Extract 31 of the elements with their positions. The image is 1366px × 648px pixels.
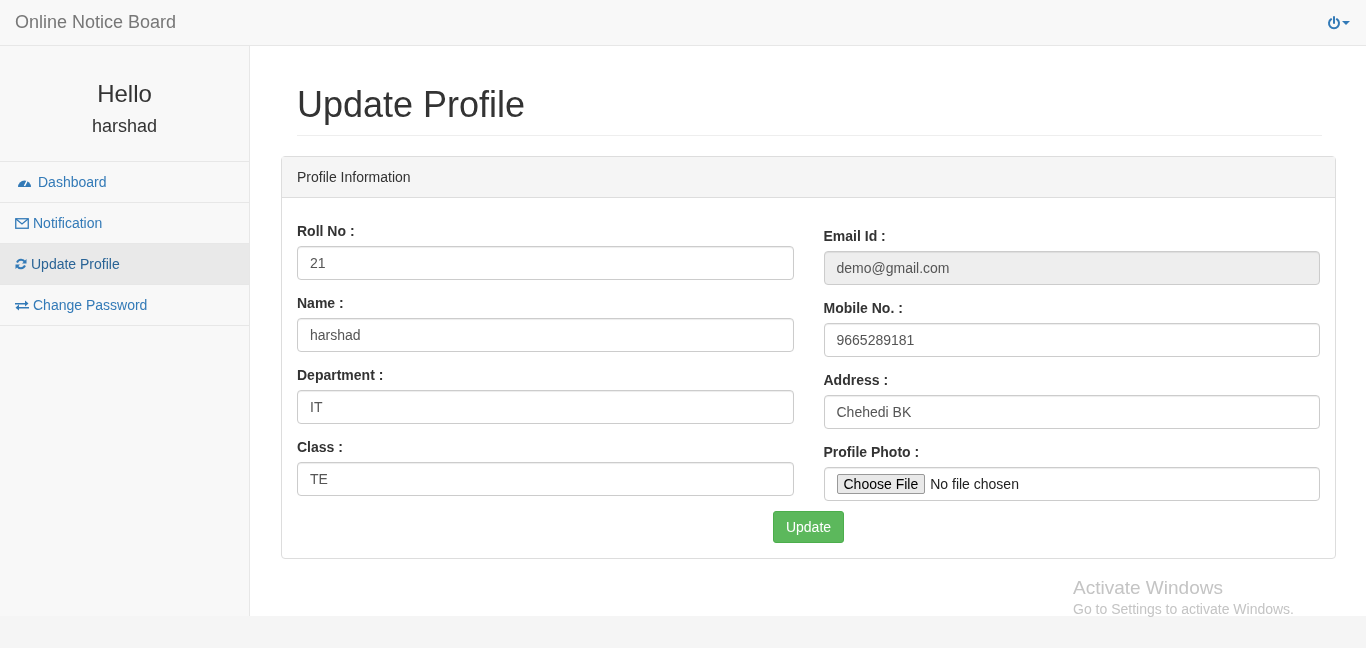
activation-notice-title: Activate Windows (1073, 577, 1224, 599)
exchange-icon (15, 299, 29, 311)
power-dropdown-button[interactable] (1327, 15, 1351, 30)
field-label: Class : (297, 438, 344, 455)
choose-file-button[interactable]: Choose File (836, 473, 926, 494)
field-label: Mobile No. : (823, 299, 904, 316)
file-input-field[interactable]: Choose File No file chosen (823, 466, 1320, 501)
sidebar-item[interactable]: Dashboard (0, 162, 249, 203)
field-label: Roll No : (297, 222, 356, 239)
text-input-field[interactable]: harshad (297, 317, 794, 352)
brand-title[interactable]: Online Notice Board (15, 12, 177, 33)
text-input-field[interactable]: IT (297, 389, 794, 424)
field-label: Email Id : (823, 227, 887, 244)
field-label: Address : (823, 371, 890, 388)
text-input-field[interactable]: TE (297, 461, 794, 496)
field-label: Name : (297, 294, 345, 311)
sidebar-item[interactable]: Change Password (0, 285, 249, 326)
activation-notice-text: Go to Settings to activate Windows. (1073, 601, 1294, 617)
envelope-icon (15, 217, 29, 229)
text-input-field[interactable]: 21 (297, 245, 794, 280)
greeting-text: Hello (97, 80, 152, 108)
field-label: Profile Photo : (823, 443, 921, 460)
refresh-icon (15, 258, 27, 270)
user-name: harshad (91, 116, 158, 137)
page-title: Update Profile (297, 85, 1322, 136)
text-input-field[interactable]: Chehedi BK (823, 394, 1320, 429)
field-label: Department : (297, 366, 385, 383)
panel-heading: Profile Information (282, 156, 1335, 198)
file-status-text: No file chosen (930, 475, 1019, 492)
text-input-field[interactable]: 9665289181 (823, 322, 1320, 357)
sidebar-item[interactable]: Update Profile (0, 244, 249, 285)
